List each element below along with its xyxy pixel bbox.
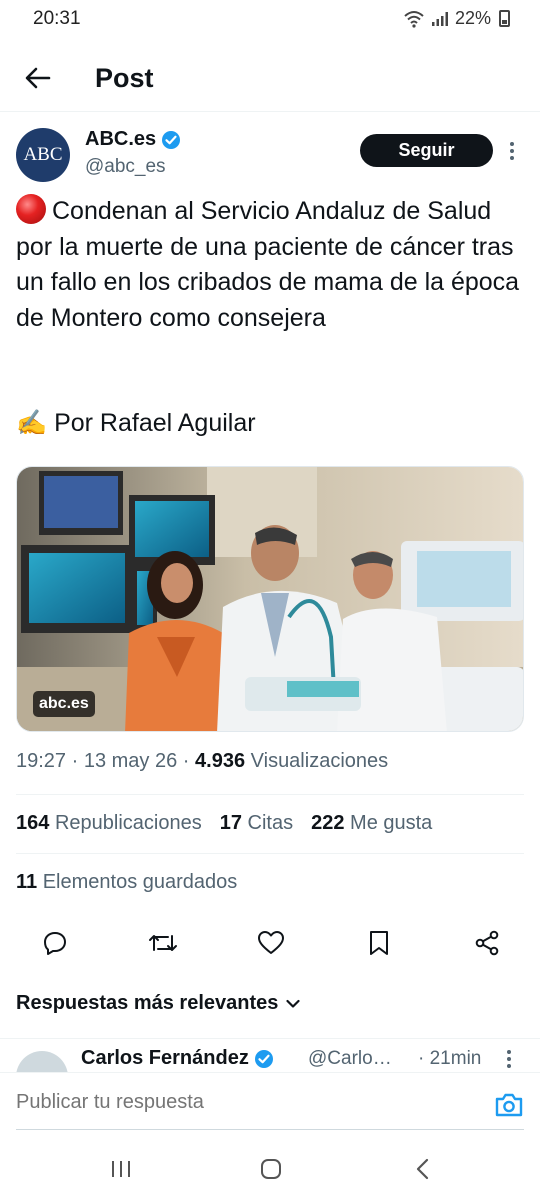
reply-author-row[interactable]: Carlos Fernández [81,1047,274,1070]
reply-icon [44,932,66,955]
recent-apps-icon [112,1161,130,1177]
author-name-row[interactable]: ABC.es [85,128,181,151]
author-handle[interactable]: @abc_es [85,156,166,178]
signal-icon [431,11,448,26]
tweet-meta: 19:27 · 13 may 26 · 4.936 Visualizacione… [16,750,389,772]
reply-item[interactable]: Carlos Fernández @Carlo… · 21min [0,1038,540,1072]
more-options-button[interactable] [502,136,522,166]
media-source-label: abc.es [33,691,95,717]
follow-button[interactable]: Seguir [360,134,493,167]
home-icon [261,1159,281,1179]
verified-badge-icon [162,130,181,149]
verified-badge-icon [254,1049,273,1068]
chevron-down-icon [286,999,300,1008]
bookmark-icon [370,931,388,955]
tweet-image[interactable]: abc.es [16,466,524,732]
divider [16,1129,524,1130]
status-time: 20:31 [33,8,81,29]
system-back-button[interactable] [408,1156,438,1182]
tweet-actions [38,926,504,960]
quotes-stat[interactable]: 17 Citas [220,812,293,835]
bookmark-button[interactable] [362,926,396,960]
repost-icon [149,935,177,951]
reply-compose-bar [0,1072,540,1134]
share-icon [475,930,499,956]
reposts-stat[interactable]: 164 Republicaciones [16,812,202,835]
engagement-stats: 164 Republicaciones 17 Citas 222 Me gust… [16,812,432,835]
heart-icon [258,931,284,954]
tweet-author: ABC ABC.es @abc_es Seguir [16,126,524,186]
reply-author-handle: @Carlo… [308,1048,392,1069]
camera-button[interactable] [494,1091,524,1119]
divider [16,853,524,854]
battery-icon [499,10,510,27]
more-vertical-icon [510,142,514,160]
back-button[interactable] [20,60,56,96]
battery-percent: 22% [454,8,491,28]
wifi-icon [404,10,424,28]
divider [16,794,524,795]
reply-input[interactable] [16,1091,476,1114]
camera-icon [495,1093,523,1117]
page-title: Post [95,63,154,93]
arrow-left-icon [25,67,51,89]
views-label: Visualizaciones [250,750,389,772]
more-vertical-icon [507,1050,511,1068]
system-navigation-bar [0,1140,540,1199]
repost-button[interactable] [146,926,180,960]
red-circle-emoji-icon [16,194,46,224]
home-button[interactable] [256,1156,286,1182]
likes-stat[interactable]: 222 Me gusta [311,812,432,835]
tweet-body: Condenan al Servicio Andaluz de Salud po… [16,197,520,332]
reply-author-name: Carlos Fernández [81,1047,249,1069]
tweet-time: 19:27 [16,750,67,772]
like-button[interactable] [254,926,288,960]
reply-time: · 21min [418,1048,482,1069]
status-bar: 20:31 22% [0,0,540,40]
avatar[interactable] [16,1051,68,1072]
tweet-date: 13 may 26 [83,750,178,772]
reply-more-button[interactable] [506,1049,512,1072]
chevron-left-icon [416,1158,429,1180]
tweet-text: Condenan al Servicio Andaluz de Salud po… [16,194,524,336]
replies-sort-label: Respuestas más relevantes [16,992,279,1014]
replies-sort-dropdown[interactable]: Respuestas más relevantes [16,992,300,1015]
top-app-bar: Post [0,46,540,112]
recent-apps-button[interactable] [106,1156,136,1182]
saved-stat[interactable]: 11 Elementos guardados [16,871,237,894]
reply-button[interactable] [38,926,72,960]
avatar[interactable]: ABC [16,128,70,182]
tweet-byline: ✍️ Por Rafael Aguilar [16,409,256,437]
status-icons: 22% [403,8,510,29]
author-name: ABC.es [85,128,157,150]
share-button[interactable] [470,926,504,960]
views-count: 4.936 [195,750,246,772]
